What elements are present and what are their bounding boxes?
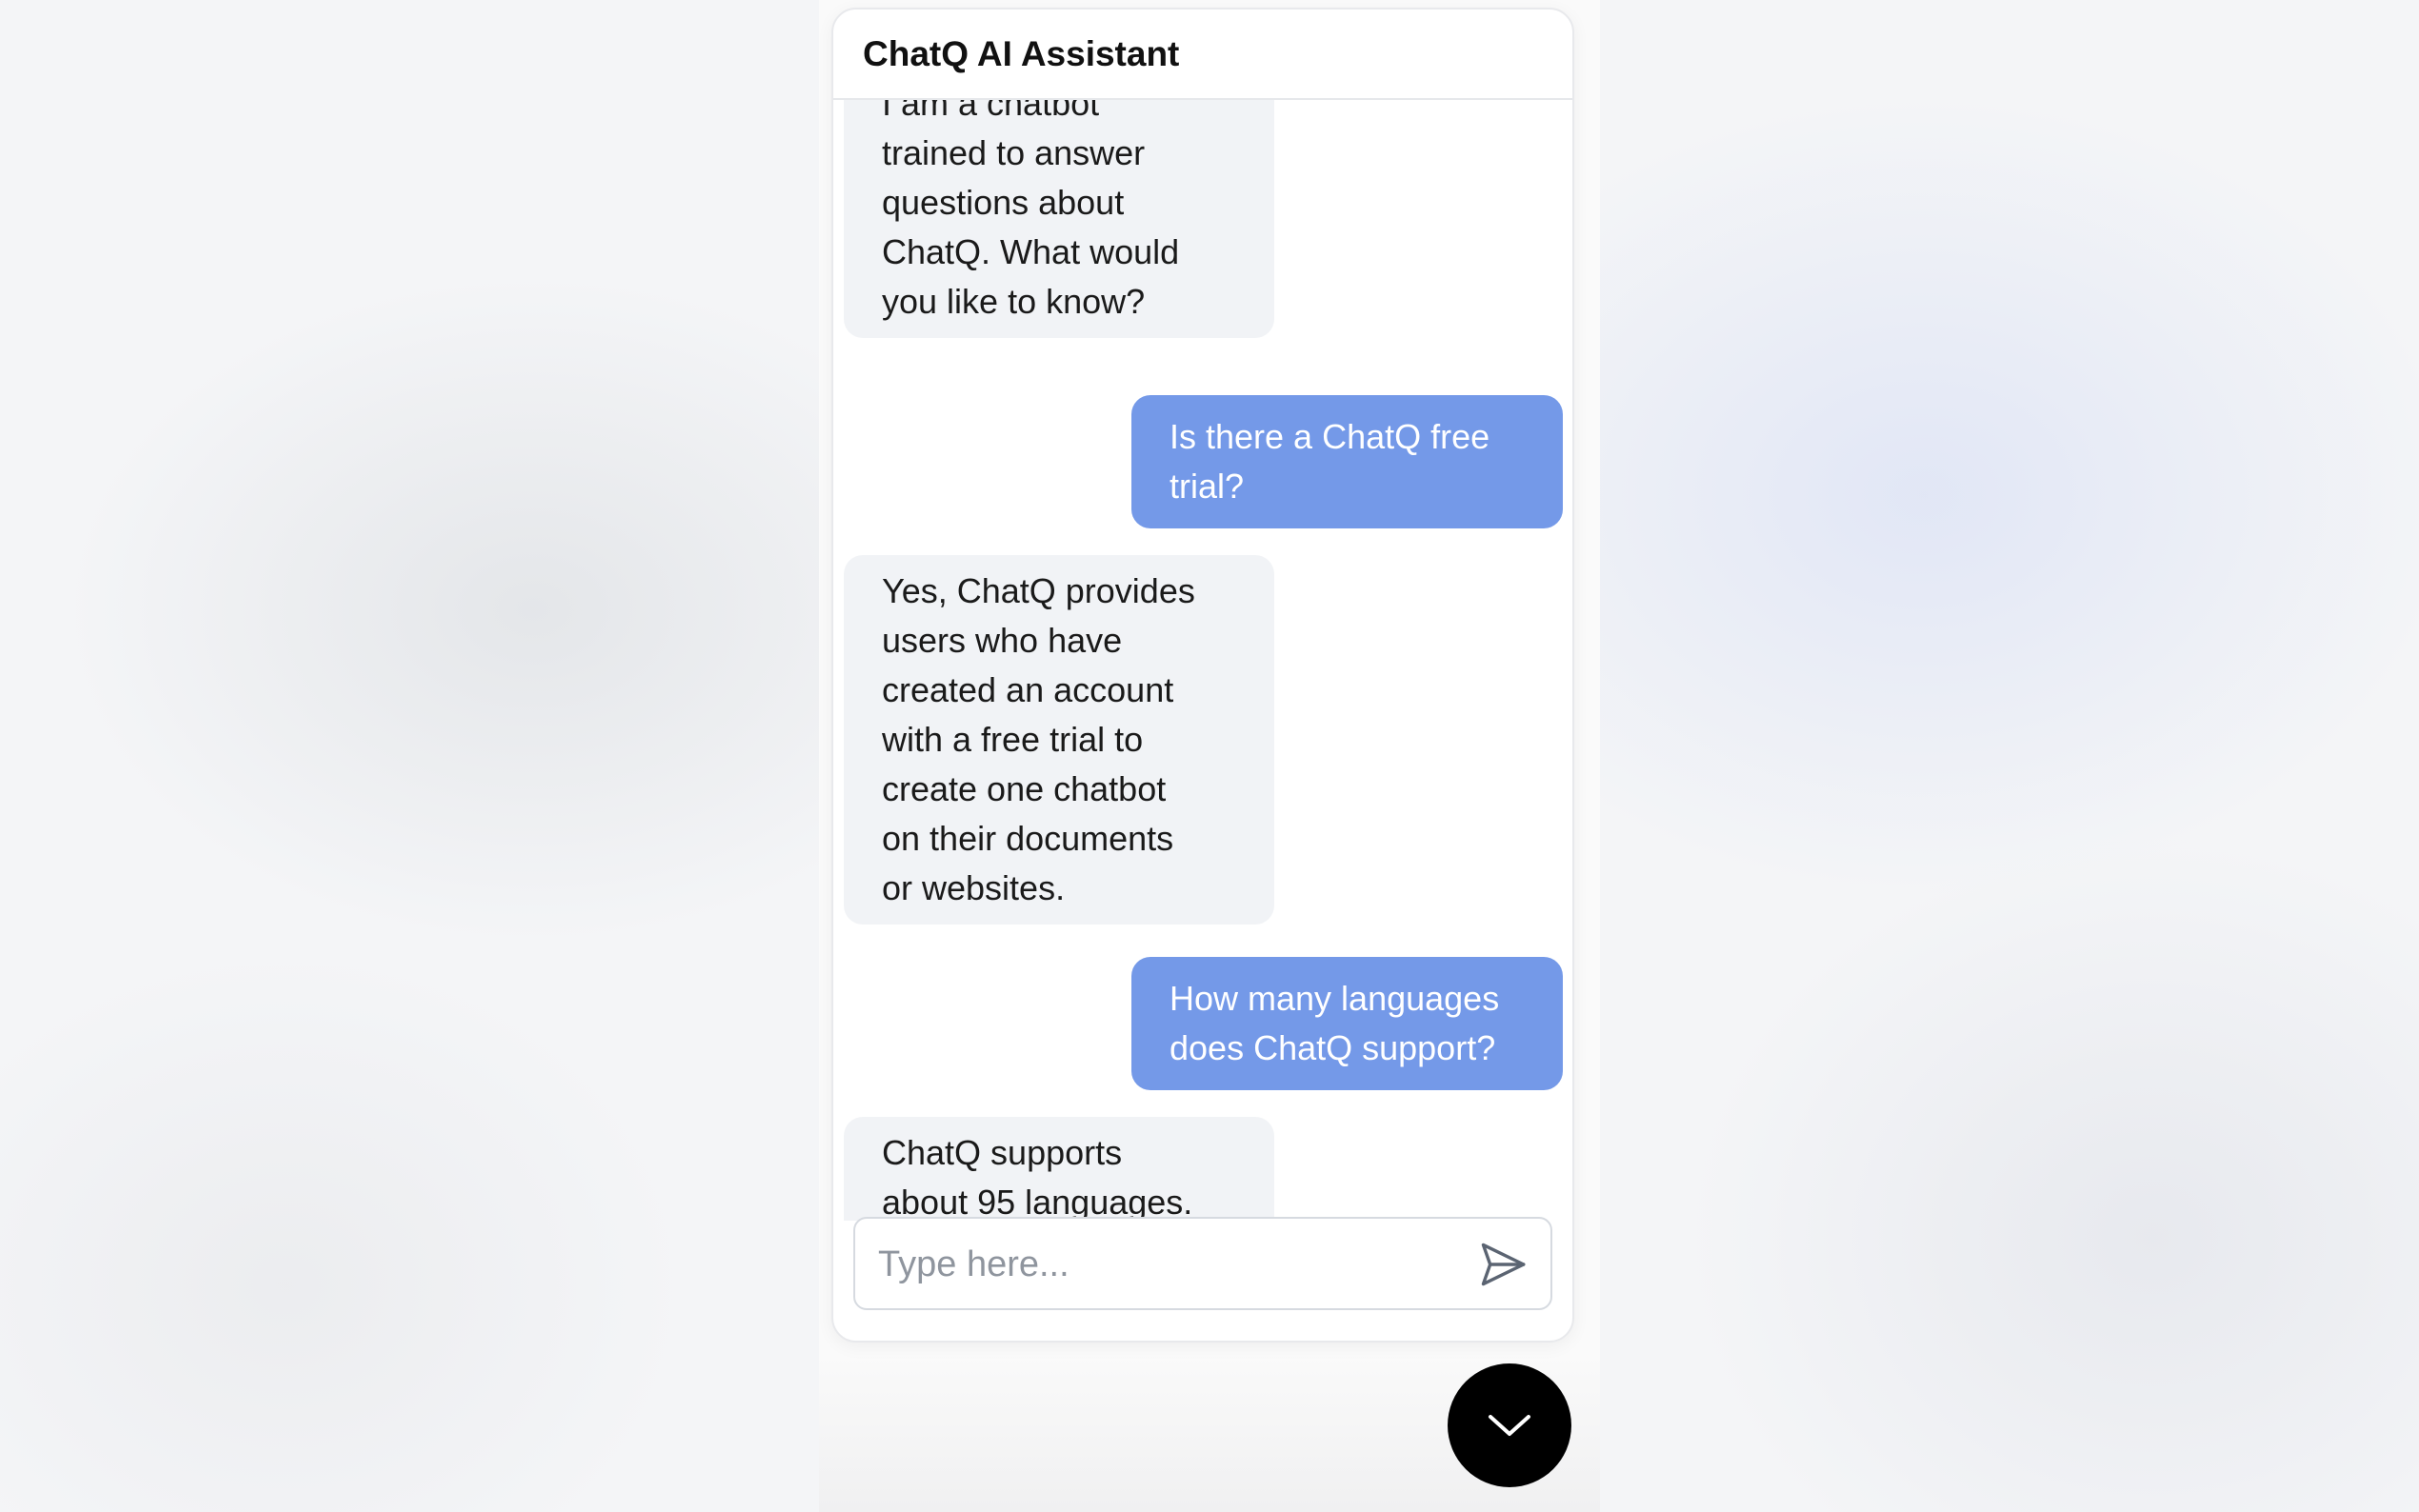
bot-message: I am a chatbot trained to answer questio… [844, 100, 1274, 338]
chat-window: ChatQ AI Assistant I am a chatbot traine… [831, 8, 1574, 1343]
user-message: Is there a ChatQ free trial? [1131, 395, 1563, 528]
bot-message: ChatQ supports about 95 languages. [844, 1117, 1274, 1221]
chat-header: ChatQ AI Assistant [833, 10, 1572, 100]
send-icon [1481, 1243, 1526, 1286]
message-input[interactable] [876, 1219, 1442, 1310]
message-list[interactable]: I am a chatbot trained to answer questio… [833, 100, 1572, 1221]
chevron-down-icon [1489, 1415, 1530, 1436]
collapse-chat-button[interactable] [1448, 1363, 1571, 1487]
bot-message: Yes, ChatQ provides users who have creat… [844, 555, 1274, 925]
send-button[interactable] [1474, 1236, 1531, 1293]
chat-title: ChatQ AI Assistant [863, 33, 1180, 73]
message-input-box [853, 1217, 1552, 1310]
user-message: How many languages does ChatQ support? [1131, 957, 1563, 1090]
